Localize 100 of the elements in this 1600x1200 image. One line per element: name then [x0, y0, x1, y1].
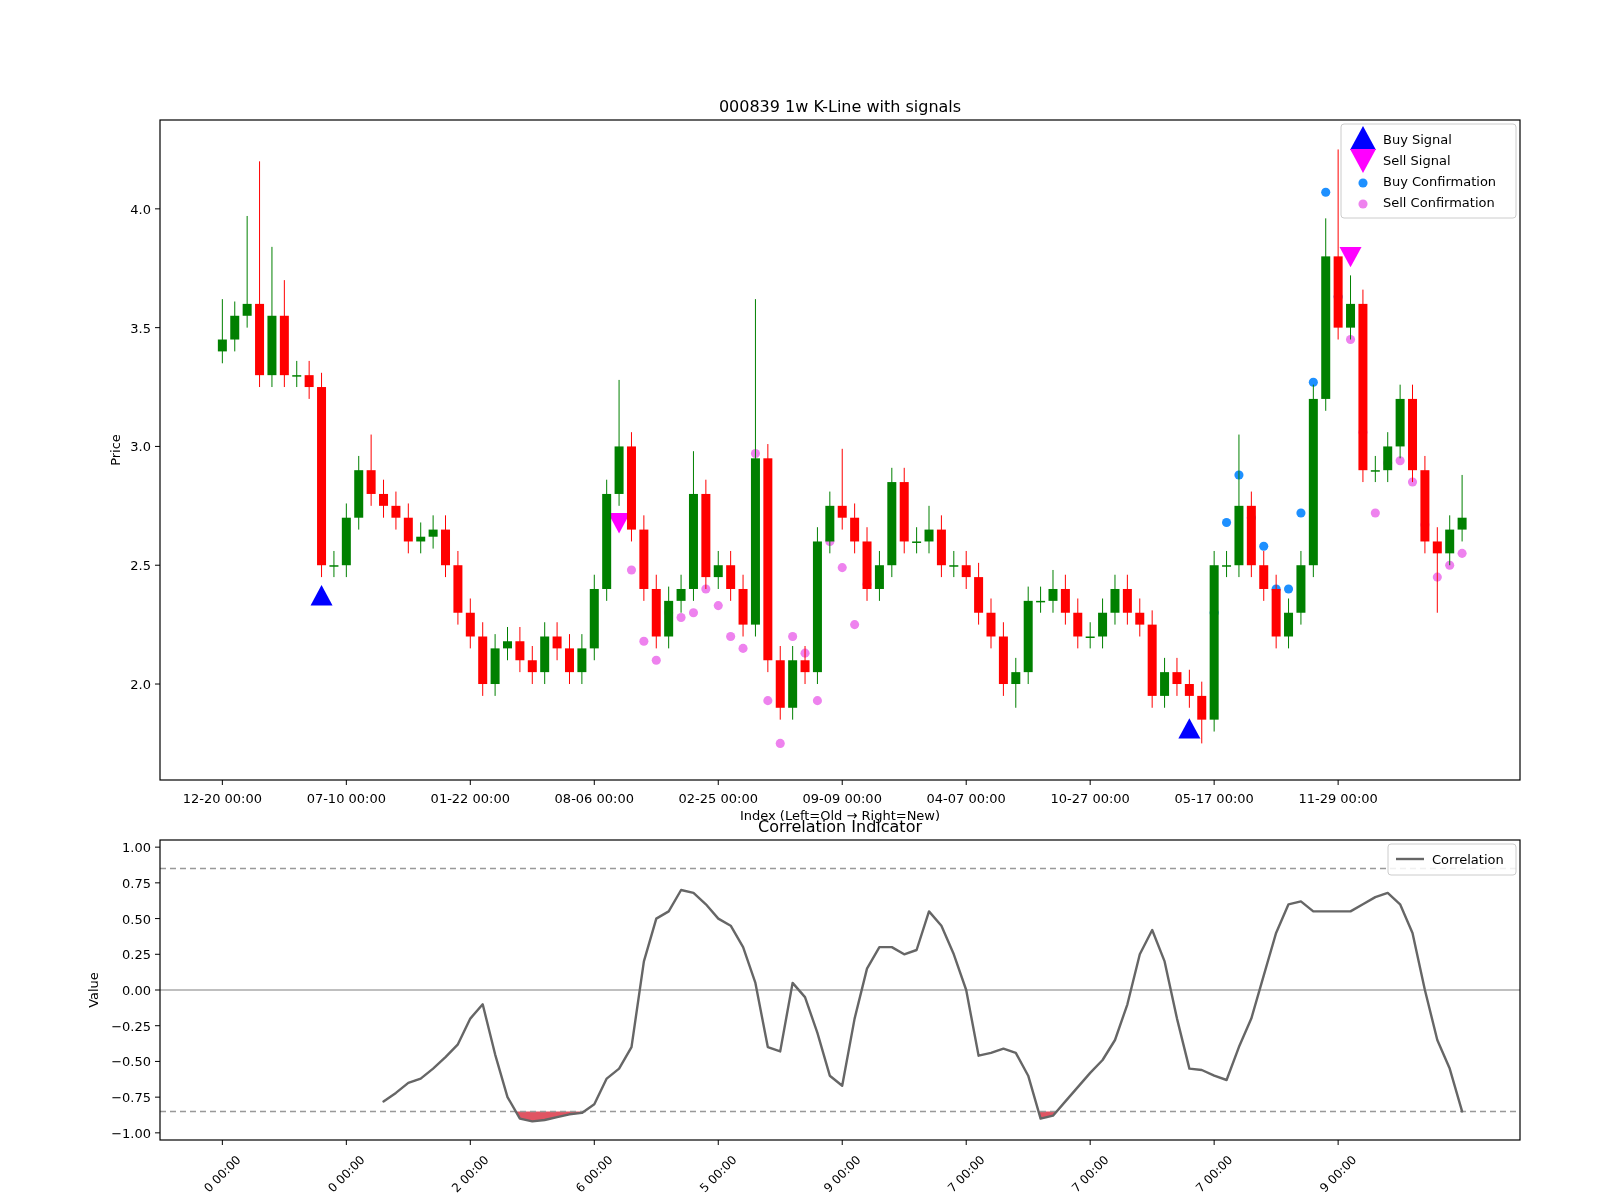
- data-point: [1370, 508, 1380, 518]
- candle: [1085, 621, 1095, 649]
- candle: [800, 645, 810, 685]
- candle: [1073, 598, 1083, 649]
- candle: [850, 502, 860, 554]
- candle: [441, 514, 450, 578]
- tick-label: −0.25: [111, 1018, 151, 1034]
- tick-label: 08-06 00:00: [554, 791, 634, 806]
- tick-label: 0.75: [122, 875, 151, 891]
- candle: [428, 514, 438, 550]
- candle: [329, 550, 339, 578]
- candle: [738, 574, 748, 637]
- candle: [503, 626, 512, 661]
- candle: [825, 491, 835, 554]
- candle: [465, 598, 475, 649]
- candle: [986, 598, 996, 649]
- candle: [490, 633, 500, 697]
- data-point: [639, 636, 649, 646]
- data-point: [750, 449, 760, 459]
- data-point: [1395, 456, 1405, 466]
- candle: [1036, 586, 1046, 614]
- tick-label: 2.0: [130, 677, 151, 692]
- candle: [391, 491, 401, 531]
- data-point: [688, 608, 698, 618]
- candle: [949, 550, 959, 578]
- chart-title: 000839 1w K-Line with signals: [718, 97, 962, 116]
- candle: [1383, 431, 1393, 483]
- data-point: [1284, 584, 1294, 594]
- candle: [1370, 455, 1380, 483]
- candle: [1445, 514, 1455, 566]
- candle: [515, 626, 525, 673]
- axis-label: Value: [86, 972, 101, 1008]
- data-point: [775, 738, 785, 748]
- candle: [304, 360, 314, 400]
- tick-label: −0.75: [111, 1090, 151, 1106]
- candle: [1222, 550, 1232, 578]
- candle: [1122, 574, 1132, 626]
- data-point: [850, 620, 860, 630]
- tick-label: 4.0: [130, 201, 151, 217]
- legend-label: Correlation: [1432, 852, 1504, 867]
- candle: [974, 562, 984, 626]
- legend-line-icon: [1396, 857, 1424, 861]
- tick-label: 10-27 00:00: [1050, 791, 1130, 806]
- tick-label: 2.5: [130, 558, 151, 574]
- tick-label: 0.25: [122, 947, 151, 963]
- candle: [1197, 681, 1207, 744]
- tick-label: 05-17 00:00: [1174, 791, 1254, 806]
- data-point: [837, 563, 847, 573]
- data-point: [788, 631, 798, 642]
- candle: [1184, 669, 1194, 709]
- data-point: [676, 612, 686, 623]
- data-point: [626, 565, 637, 575]
- data-point: [701, 584, 711, 594]
- tick-label: 12-20 00:00: [182, 791, 263, 806]
- candle: [403, 502, 413, 554]
- data-point: [1346, 335, 1356, 345]
- candle: [292, 360, 302, 388]
- tick-label: 04-07 00:00: [926, 791, 1006, 806]
- data-point: [1259, 541, 1269, 551]
- candle: [1060, 574, 1070, 626]
- data-point: [1222, 517, 1232, 527]
- data-point: [713, 601, 723, 611]
- tick-label: 1.00: [122, 840, 151, 856]
- data-point: [800, 648, 810, 658]
- candle: [217, 298, 227, 364]
- signal-marker: [310, 585, 333, 606]
- candle: [379, 479, 389, 519]
- candle: [1135, 598, 1145, 637]
- tick-label: −1.00: [111, 1125, 151, 1141]
- data-point: [763, 696, 773, 706]
- candle: [912, 526, 922, 554]
- candle: [676, 574, 686, 614]
- data-point: [1407, 477, 1418, 487]
- tick-label: 01-22 00:00: [430, 791, 510, 806]
- data-point: [738, 643, 748, 653]
- candle: [565, 633, 574, 685]
- signal-marker: [1178, 718, 1201, 739]
- candle: [1346, 274, 1356, 340]
- dot-icon: [1358, 178, 1368, 188]
- tick-label: 07-10 00:00: [306, 791, 386, 806]
- candle: [552, 621, 562, 661]
- candle: [664, 586, 674, 649]
- candle: [1011, 657, 1021, 709]
- candle: [1110, 574, 1120, 626]
- candle: [527, 645, 537, 685]
- tick-label: 09-09 00:00: [802, 791, 882, 806]
- triangle-icon: [1350, 126, 1376, 151]
- data-point: [1296, 508, 1306, 518]
- candle: [713, 550, 723, 590]
- candle: [936, 514, 946, 578]
- tick-label: 11-29 00:00: [1298, 791, 1378, 806]
- tick-label: 0.50: [122, 911, 151, 927]
- tick-label: −0.50: [111, 1054, 151, 1070]
- data-point: [1445, 560, 1455, 570]
- triangle-icon: [1350, 148, 1376, 173]
- data-point: [1321, 187, 1331, 197]
- legend-label: Sell Signal: [1383, 153, 1451, 168]
- data-point: [1432, 572, 1442, 582]
- candle: [924, 505, 934, 554]
- candle: [726, 550, 736, 602]
